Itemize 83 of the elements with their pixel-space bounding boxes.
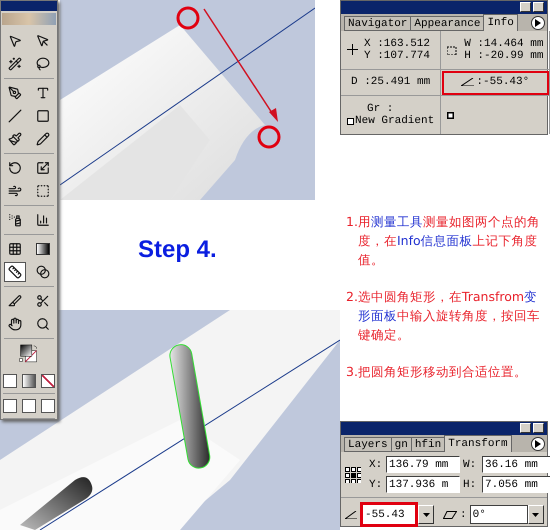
width-reading: W :14.464 mm [464, 38, 544, 50]
lasso-icon [36, 57, 50, 72]
play-icon [535, 19, 541, 27]
none-mode-button[interactable] [41, 374, 55, 388]
shear-field[interactable]: 0° [470, 505, 528, 524]
slice-icon [8, 294, 22, 308]
screen-mode-button[interactable] [41, 399, 55, 413]
rectangle-icon [36, 109, 50, 124]
zoom-icon [36, 317, 50, 332]
height-reading: H :-20.99 mm [464, 50, 544, 62]
gradient-icon [36, 243, 50, 256]
reference-point-icon[interactable] [345, 466, 361, 482]
title-bar [1, 1, 57, 11]
value-field[interactable]: 7.056 mm [482, 476, 550, 493]
dropdown-button[interactable] [528, 505, 544, 524]
measure-icon [8, 265, 22, 280]
graph-icon [36, 213, 50, 228]
field-label: W: [463, 458, 478, 470]
hand-icon [8, 317, 22, 332]
photo-placeholder [2, 13, 56, 26]
angle-reading: :-55.43° [476, 76, 530, 88]
field-label: Y: [369, 478, 383, 490]
gradient-label: Gr : [366, 103, 394, 116]
color-mode-button[interactable] [3, 374, 17, 388]
panel-tab[interactable]: Layers [344, 437, 392, 452]
screen-mode-button[interactable] [3, 399, 17, 413]
caret-icon [532, 512, 540, 516]
panel-tab[interactable]: Transform [444, 435, 512, 452]
instruction-text: 3.把圆角矩形移动到合适位置。 [345, 363, 528, 381]
shear-label: : [460, 508, 467, 520]
crosshair-icon [347, 44, 358, 56]
value-field[interactable]: 137.936 m [386, 476, 460, 493]
free-transform-icon [36, 184, 50, 198]
measure-tool[interactable] [4, 262, 26, 282]
step-title: Step 4. [138, 236, 218, 264]
panel-tab[interactable]: Info [483, 14, 518, 31]
scale-icon [36, 161, 50, 176]
instruction-text: 1.用测量工具测量如图两个点的角度，在Info信息面板上记下角度值。 [345, 213, 541, 269]
rotate-field[interactable]: -55.43 [360, 502, 418, 527]
magic-wand-icon [8, 57, 22, 72]
paintbrush-icon [8, 132, 22, 146]
grid-icon [8, 242, 22, 256]
pen-icon [8, 86, 22, 100]
direct-selection-icon [36, 34, 50, 48]
shear-icon [443, 510, 457, 518]
caret-icon [422, 512, 430, 516]
selection-icon [8, 34, 22, 48]
panel-tab[interactable]: gn [390, 437, 412, 452]
pencil-icon [36, 132, 50, 146]
gradient-mode-button[interactable] [22, 374, 36, 388]
value-field[interactable]: 136.79 mm [386, 456, 460, 473]
rotate-icon [8, 161, 22, 176]
field-label: X: [369, 458, 383, 470]
bounding-box-icon [447, 44, 458, 55]
angle-icon [461, 78, 474, 86]
panel-tab[interactable]: Navigator [344, 16, 412, 31]
minimize-button[interactable] [520, 423, 531, 433]
symbol-sprayer-icon [8, 213, 22, 228]
warp-icon [8, 184, 22, 198]
close-button[interactable] [533, 2, 544, 12]
panel-tab[interactable]: hfin [410, 437, 446, 452]
angle-icon [345, 510, 357, 518]
close-button[interactable] [533, 423, 544, 433]
line-icon [8, 109, 22, 124]
dropdown-button[interactable] [418, 505, 434, 524]
distance-reading: D :25.491 mm [351, 76, 430, 88]
instruction-text: 2.选中圆角矩形，在Transfrom变形面板中输入旋转角度，按回车键确定。 [345, 288, 541, 344]
field-label: H: [463, 478, 478, 490]
type-icon [36, 86, 50, 100]
panel-tab[interactable]: Appearance [410, 16, 484, 31]
y-reading: Y :107.774 [364, 50, 430, 62]
play-icon [535, 440, 541, 448]
screen-mode-button[interactable] [22, 399, 36, 413]
blend-icon [36, 265, 50, 280]
panel-menu-button[interactable] [531, 437, 545, 451]
panel-menu-button[interactable] [531, 16, 545, 30]
color-swatch-icon [447, 112, 454, 119]
gradient-name: New Gradient [355, 115, 434, 128]
scissors-icon [36, 294, 50, 308]
swatch-icon [347, 118, 354, 125]
value-field[interactable]: 36.16 mm [482, 456, 550, 473]
minimize-button[interactable] [520, 2, 531, 12]
x-reading: X :163.512 [364, 38, 430, 50]
